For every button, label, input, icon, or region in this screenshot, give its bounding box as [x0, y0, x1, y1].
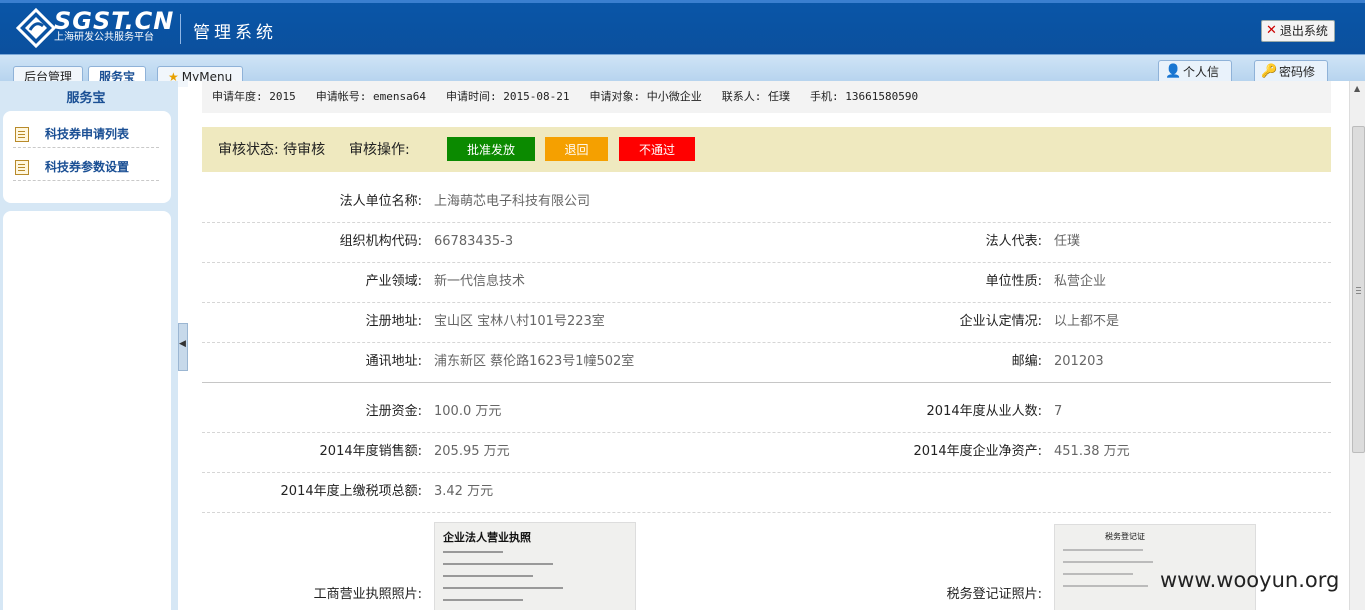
license-photo-label: 工商营业执照照片: [313, 587, 422, 602]
main-content: 申请年度: 2015 申请帐号: emensa64 申请时间: 2015-08-21… [188, 81, 1349, 610]
logo-subtitle: 上海研发公共服务平台 [54, 32, 154, 43]
approve-button[interactable]: 批准发放 [447, 137, 535, 161]
photo-line [443, 563, 553, 565]
tab-personal-info[interactable]: 👤 个人信 [1158, 60, 1233, 83]
apply-date: 申请时间: 2015-08-21 [445, 90, 570, 103]
photo-line [443, 587, 563, 589]
sidebar-item-voucher-settings[interactable]: 科技券参数设置 [13, 154, 159, 181]
sgst-logo-icon [16, 8, 56, 48]
application-info-bar: 申请年度: 2015 申请帐号: emensa64 申请时间: 2015-08-21… [202, 81, 1331, 113]
sidebar: 服务宝 科技券申请列表 科技券参数设置 [0, 81, 178, 610]
tab-bar: 后台管理 服务宝 ★ MyMenu 👤 个人信 🔑 密码修 [0, 54, 1365, 87]
row-reg-address: 注册地址: 宝山区 宝林八村101号223室 企业认定情况: 以上都不是 [202, 302, 1331, 343]
zip-value: 201203 [1054, 354, 1104, 369]
employees-value: 7 [1054, 404, 1063, 419]
sidebar-item-voucher-list[interactable]: 科技券申请列表 [13, 121, 159, 148]
apply-year: 申请年度: 2015 [212, 90, 296, 103]
chevron-left-icon: ◀ [179, 339, 186, 349]
photo-line [443, 551, 503, 553]
photo-line [1063, 561, 1153, 563]
zip-label: 邮编: [1011, 354, 1042, 369]
watermark: www.wooyun.org [1160, 568, 1340, 592]
header-divider [180, 14, 181, 44]
capital-label: 注册资金: [365, 404, 422, 419]
photo-line [443, 575, 533, 577]
sales-value: 205.95 万元 [434, 444, 510, 459]
reg-address-label: 注册地址: [365, 314, 422, 329]
tax-cert-photo[interactable]: 税务登记证 [1054, 524, 1256, 610]
row-org-code: 组织机构代码: 66783435-3 法人代表: 任璞 [202, 222, 1331, 263]
tax-value: 3.42 万元 [434, 484, 494, 499]
net-assets-value: 451.38 万元 [1054, 444, 1130, 459]
tax-cert-photo-label: 税务登记证照片: [946, 587, 1042, 602]
logout-button[interactable]: ✕ 退出系统 [1261, 20, 1335, 42]
legal-rep-value: 任璞 [1054, 234, 1081, 249]
row-sales: 2014年度销售额: 205.95 万元 2014年度企业净资产: 451.38… [202, 432, 1331, 473]
nature-value: 私营企业 [1054, 274, 1107, 289]
user-icon: 👤 [1165, 64, 1182, 79]
tax-photo-title: 税务登记证 [1105, 532, 1145, 541]
scrollbar-thumb[interactable] [1352, 126, 1365, 453]
company-name-label: 法人单位名称: [339, 194, 422, 209]
close-icon: ✕ [1266, 23, 1277, 38]
license-photo[interactable]: 企业法人营业执照 [434, 522, 636, 610]
key-icon: 🔑 [1261, 64, 1278, 79]
photo-line [1063, 573, 1133, 575]
row-company-name: 法人单位名称: 上海萌芯电子科技有限公司 [202, 182, 1331, 223]
grip-icon [1356, 287, 1361, 288]
contact-phone: 手机: 13661580590 [809, 90, 919, 103]
return-button[interactable]: 退回 [545, 137, 608, 161]
company-name-value: 上海萌芯电子科技有限公司 [434, 194, 591, 209]
nature-label: 单位性质: [985, 274, 1042, 289]
logout-label: 退出系统 [1279, 24, 1328, 38]
sidebar-title: 服务宝 [66, 91, 106, 106]
net-assets-label: 2014年度企业净资产: [913, 444, 1042, 459]
license-photo-title: 企业法人营业执照 [443, 531, 531, 544]
photo-line [1063, 549, 1143, 551]
cert-label: 企业认定情况: [959, 314, 1042, 329]
header-accent-line [0, 0, 1365, 3]
photo-line [1063, 585, 1148, 587]
cert-value: 以上都不是 [1054, 314, 1120, 329]
capital-value: 100.0 万元 [434, 404, 502, 419]
org-code-value: 66783435-3 [434, 234, 514, 249]
legal-rep-label: 法人代表: [985, 234, 1042, 249]
document-icon [15, 160, 29, 175]
review-ops-label: 审核操作: [349, 142, 410, 158]
reg-address-value: 宝山区 宝林八村101号223室 [434, 314, 605, 329]
scroll-up-icon[interactable]: ▲ [1354, 84, 1360, 93]
tax-label: 2014年度上缴税项总额: [280, 484, 422, 499]
row-tax: 2014年度上缴税项总额: 3.42 万元 [202, 472, 1331, 513]
mail-address-value: 浦东新区 蔡伦路1623号1幢502室 [434, 354, 635, 369]
review-status: 审核状态: 待审核 [218, 142, 326, 158]
row-capital: 注册资金: 100.0 万元 2014年度从业人数: 7 [202, 392, 1331, 433]
tab-change-password[interactable]: 🔑 密码修 [1254, 60, 1329, 83]
mail-address-label: 通讯地址: [365, 354, 422, 369]
sales-label: 2014年度销售额: [319, 444, 422, 459]
document-icon [15, 127, 29, 142]
sidebar-empty-panel [3, 211, 171, 610]
sidebar-collapse-toggle[interactable]: ◀ [178, 323, 188, 371]
sidebar-menu-panel: 科技券申请列表 科技券参数设置 [3, 111, 171, 203]
system-title: 管理系统 [193, 23, 277, 43]
org-code-label: 组织机构代码: [339, 234, 422, 249]
sidebar-item-label: 科技券参数设置 [45, 160, 130, 174]
apply-account: 申请帐号: emensa64 [315, 90, 426, 103]
review-panel: 审核状态: 待审核 审核操作: 批准发放 退回 不通过 [202, 127, 1331, 172]
tab-change-password-label: 密码修 [1279, 65, 1316, 79]
reject-button[interactable]: 不通过 [619, 137, 695, 161]
sidebar-item-label: 科技券申请列表 [45, 127, 130, 141]
row-industry: 产业领域: 新一代信息技术 单位性质: 私营企业 [202, 262, 1331, 303]
row-mail-address: 通讯地址: 浦东新区 蔡伦路1623号1幢502室 邮编: 201203 [202, 342, 1331, 383]
industry-label: 产业领域: [365, 274, 422, 289]
contact-person: 联系人: 任璞 [721, 90, 790, 103]
industry-value: 新一代信息技术 [434, 274, 526, 289]
employees-label: 2014年度从业人数: [926, 404, 1042, 419]
vertical-scrollbar[interactable]: ▲ [1349, 81, 1365, 610]
logo-text: SGST.CN [54, 7, 175, 35]
tab-personal-info-label: 个人信 [1183, 65, 1220, 79]
apply-target: 申请对象: 中小微企业 [589, 90, 702, 103]
app-header: SGST.CN 上海研发公共服务平台 管理系统 ✕ 退出系统 [0, 0, 1365, 62]
photo-line [443, 599, 523, 601]
